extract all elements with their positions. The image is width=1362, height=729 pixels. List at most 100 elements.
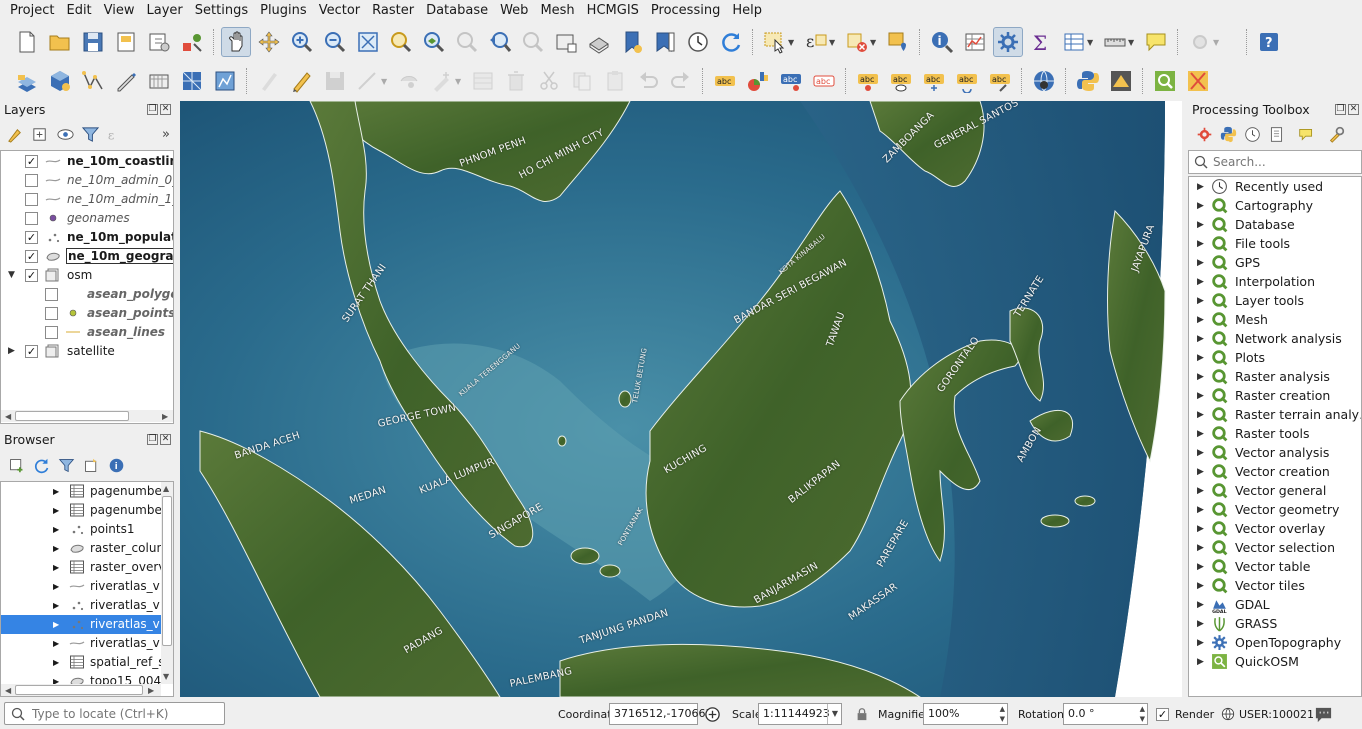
zoom-next-icon[interactable] (518, 27, 548, 57)
layer-visibility-checkbox[interactable] (25, 212, 38, 225)
close-icon[interactable]: ✕ (1348, 104, 1359, 115)
open-table-icon[interactable] (1059, 27, 1089, 57)
chevron-down-icon[interactable]: ▼ (1128, 38, 1136, 47)
browser-item[interactable]: ▶ points1 (1, 520, 161, 539)
chevron-right-icon[interactable]: ▶ (1197, 505, 1204, 515)
pan-to-selection-icon[interactable] (254, 27, 284, 57)
layer-visibility-checkbox[interactable] (25, 174, 38, 187)
toolbox-provider[interactable]: ▶ GRASS (1189, 614, 1361, 633)
new-virtual-layer-icon[interactable] (144, 66, 174, 96)
map-tips-icon[interactable] (1141, 27, 1171, 57)
layer-row[interactable]: ✓ ne_10m_geograph (1, 247, 173, 266)
chevron-right-icon[interactable]: ▶ (53, 544, 59, 553)
chevron-right-icon[interactable]: ▶ (1197, 448, 1204, 458)
toolbox-provider[interactable]: ▶ Interpolation (1189, 272, 1361, 291)
highlight-pinned-labels-icon[interactable]: abc (776, 66, 806, 96)
menu-hcmgis[interactable]: HCMGIS (581, 0, 645, 22)
layer-visibility-checkbox[interactable] (45, 288, 58, 301)
layer-row[interactable]: ✓ ne_10m_coastline (1, 152, 173, 171)
edit-table-icon[interactable] (468, 66, 498, 96)
select-by-expression-icon[interactable]: ε (801, 27, 831, 57)
float-panel-icon[interactable]: ❐ (147, 434, 158, 445)
new-bookmark-icon[interactable] (617, 27, 647, 57)
toolbox-provider[interactable]: ▶ Cartography (1189, 196, 1361, 215)
pin-labels-icon[interactable]: abc (853, 66, 883, 96)
float-panel-icon[interactable]: ❐ (147, 104, 158, 115)
messages-icon[interactable] (1314, 699, 1336, 729)
current-edits-icon[interactable] (254, 66, 284, 96)
toolbox-provider[interactable]: ▶ Vector general (1189, 481, 1361, 500)
menu-help[interactable]: Help (726, 0, 768, 22)
menu-raster[interactable]: Raster (366, 0, 420, 22)
chevron-down-icon[interactable]: ▼ (1087, 38, 1095, 47)
menu-view[interactable]: View (98, 0, 141, 22)
change-label-icon[interactable]: abc (985, 66, 1015, 96)
layer-row[interactable]: ▼ ✓ osm (1, 266, 173, 285)
toolbox-provider[interactable]: ▶ Vector geometry (1189, 500, 1361, 519)
spin-arrows-icon[interactable]: ▲ ▼ (1140, 704, 1145, 724)
toolbox-provider[interactable]: ▶ Raster terrain analy… (1189, 405, 1361, 424)
pan-map-icon[interactable] (220, 27, 251, 57)
expand-all-icon[interactable]: » (162, 127, 170, 142)
digitize-icon[interactable] (353, 66, 383, 96)
zoom-to-selection-icon[interactable] (386, 27, 416, 57)
browser-item[interactable]: ▶ spatial_ref_s (1, 653, 164, 672)
new-shapefile-layer-icon[interactable] (78, 66, 108, 96)
select-features-icon[interactable] (760, 27, 790, 57)
chevron-right-icon[interactable]: ▶ (8, 346, 18, 356)
toggle-extents-icon[interactable] (703, 699, 721, 729)
measure-line-icon[interactable] (1100, 27, 1130, 57)
zoom-to-layer-icon[interactable] (419, 27, 449, 57)
filter-browser-icon[interactable] (58, 457, 75, 474)
scale-field[interactable]: 1:11144923 ▼ (758, 703, 842, 725)
toolbox-search-input[interactable] (1213, 153, 1358, 171)
identify-features-icon[interactable]: i (927, 27, 957, 57)
move-label-icon[interactable]: abc (919, 66, 949, 96)
toolbox-provider[interactable]: ▶ Vector creation (1189, 462, 1361, 481)
open-project-icon[interactable] (45, 27, 75, 57)
chevron-right-icon[interactable]: ▶ (1197, 258, 1204, 268)
layer-visibility-checkbox[interactable] (25, 193, 38, 206)
zoom-out-icon[interactable] (320, 27, 350, 57)
menu-plugins[interactable]: Plugins (254, 0, 313, 22)
chevron-right-icon[interactable]: ▶ (1197, 429, 1204, 439)
python-scripts-icon[interactable] (1220, 126, 1237, 143)
show-hide-labels-icon[interactable]: abc (886, 66, 916, 96)
python-console-icon[interactable] (1073, 66, 1103, 96)
toolbox-provider[interactable]: ▶ Vector overlay (1189, 519, 1361, 538)
menu-database[interactable]: Database (420, 0, 494, 22)
chevron-right-icon[interactable]: ▶ (1197, 600, 1204, 610)
menu-layer[interactable]: Layer (141, 0, 189, 22)
dock-splitter[interactable] (1182, 101, 1186, 697)
browser-item[interactable]: ▶ riveratlas_v1 (1, 596, 167, 615)
chevron-right-icon[interactable]: ▶ (1197, 315, 1204, 325)
menu-mesh[interactable]: Mesh (534, 0, 580, 22)
chevron-right-icon[interactable]: ▶ (53, 487, 59, 496)
layer-row[interactable]: asean_points (1, 304, 173, 323)
chevron-right-icon[interactable]: ▶ (1197, 543, 1204, 553)
chevron-right-icon[interactable]: ▶ (1197, 562, 1204, 572)
locator-bar[interactable] (4, 702, 225, 725)
chevron-right-icon[interactable]: ▶ (53, 658, 59, 667)
chevron-right-icon[interactable]: ▶ (53, 601, 59, 610)
zoom-native-icon[interactable] (452, 27, 482, 57)
chevron-right-icon[interactable]: ▶ (1197, 410, 1204, 420)
toolbox-provider[interactable]: ▶ OpenTopography (1189, 633, 1361, 652)
chevron-right-icon[interactable]: ▶ (53, 620, 59, 629)
toolbox-provider[interactable]: ▶ Raster creation (1189, 386, 1361, 405)
locator-input[interactable] (32, 705, 222, 723)
history-icon[interactable] (1244, 126, 1261, 143)
new-3d-map-view-icon[interactable] (584, 27, 614, 57)
chevron-right-icon[interactable]: ▶ (1197, 391, 1204, 401)
new-mesh-layer-icon[interactable] (177, 66, 207, 96)
chevron-right-icon[interactable]: ▶ (1197, 486, 1204, 496)
layer-row[interactable]: ▶ ✓ satellite (1, 342, 173, 361)
results-viewer-icon[interactable] (1268, 126, 1285, 143)
manage-visibility-icon[interactable] (56, 125, 75, 144)
toolbox-provider[interactable]: ▶ Vector tiles (1189, 576, 1361, 595)
browser-item[interactable]: ▶ pagenumbe (1, 501, 162, 520)
chevron-down-icon[interactable]: ▼ (788, 38, 796, 47)
undo-icon[interactable] (633, 66, 663, 96)
show-bookmarks-icon[interactable] (650, 27, 680, 57)
copy-features-icon[interactable] (567, 66, 597, 96)
